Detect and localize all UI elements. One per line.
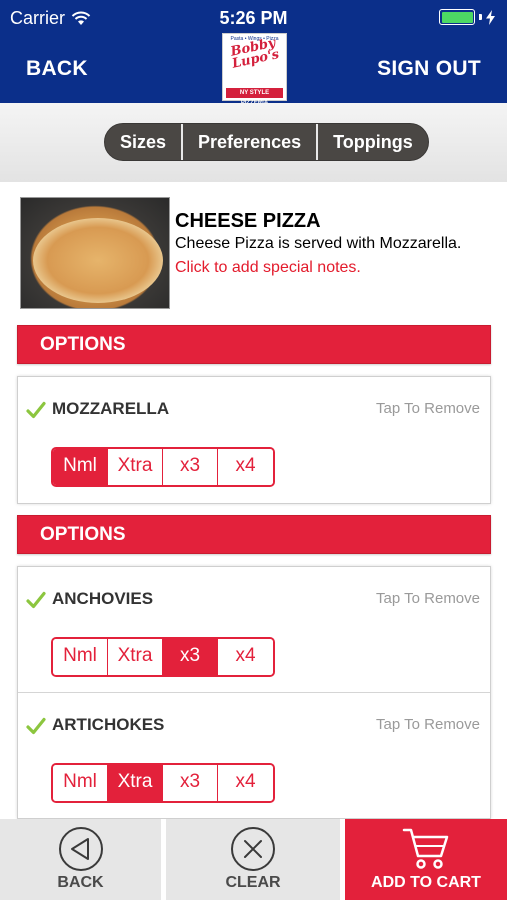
qty-extra-button[interactable]: Xtra (108, 449, 163, 485)
qty-x4-button[interactable]: x4 (218, 639, 273, 675)
battery-icon (439, 9, 475, 25)
segment-bar: Sizes Preferences Toppings (0, 103, 507, 182)
qty-x3-button[interactable]: x3 (163, 449, 218, 485)
special-notes-link[interactable]: Click to add special notes. (175, 259, 361, 277)
add-to-cart-button[interactable]: ADD TO CART (345, 819, 507, 900)
bottom-back-button[interactable]: BACK (0, 819, 166, 900)
qty-x4-button[interactable]: x4 (218, 449, 273, 485)
qty-normal-button[interactable]: Nml (53, 639, 108, 675)
sign-out-button[interactable]: SIGN OUT (377, 57, 481, 81)
qty-normal-button[interactable]: Nml (53, 765, 108, 801)
checkmark-icon (26, 717, 46, 735)
status-bar: Carrier 5:26 PM (0, 0, 507, 36)
option-row-mozzarella: MOZZARELLA Tap To Remove Nml Xtra x3 x4 (18, 377, 490, 503)
back-label: BACK (57, 874, 104, 891)
qty-x3-button[interactable]: x3 (163, 639, 218, 675)
tap-to-remove-button[interactable]: Tap To Remove (376, 590, 480, 607)
option-name: MOZZARELLA (52, 399, 170, 418)
item-description: Cheese Pizza is served with Mozzarella. (175, 235, 462, 252)
header-back-button[interactable]: BACK (26, 57, 88, 81)
back-arrow-icon (58, 827, 103, 871)
checkmark-icon (26, 591, 46, 609)
battery-indicator (439, 9, 495, 25)
add-to-cart-label: ADD TO CART (371, 874, 481, 891)
clear-label: CLEAR (225, 874, 281, 891)
options-card: MOZZARELLA Tap To Remove Nml Xtra x3 x4 (17, 376, 491, 504)
options-header: OPTIONS (17, 325, 491, 364)
quantity-selector: Nml Xtra x3 x4 (51, 637, 275, 677)
charging-icon (486, 9, 495, 25)
bottom-action-bar: BACK CLEAR ADD TO CART (0, 819, 507, 900)
tap-to-remove-button[interactable]: Tap To Remove (376, 400, 480, 417)
app-header: Carrier 5:26 PM BACK Pasta • Wings • Piz… (0, 0, 507, 106)
qty-x4-button[interactable]: x4 (218, 765, 273, 801)
clear-x-icon (231, 827, 275, 871)
options-card: ANCHOVIES Tap To Remove Nml Xtra x3 x4 A… (17, 566, 491, 819)
tap-to-remove-button[interactable]: Tap To Remove (376, 716, 480, 733)
options-header: OPTIONS (17, 515, 491, 554)
checkmark-icon (26, 401, 46, 419)
option-row-artichokes: ARTICHOKES Tap To Remove Nml Xtra x3 x4 (18, 693, 490, 818)
quantity-selector: Nml Xtra x3 x4 (51, 447, 275, 487)
qty-normal-button[interactable]: Nml (53, 449, 108, 485)
option-name: ANCHOVIES (52, 589, 154, 608)
segmented-control: Sizes Preferences Toppings (104, 123, 429, 161)
tab-toppings[interactable]: Toppings (318, 124, 428, 160)
item-image (20, 197, 170, 309)
option-row-anchovies: ANCHOVIES Tap To Remove Nml Xtra x3 x4 (18, 567, 490, 693)
option-name: ARTICHOKES (52, 715, 165, 734)
cart-icon (402, 828, 449, 869)
qty-x3-button[interactable]: x3 (163, 765, 218, 801)
clear-button[interactable]: CLEAR (166, 819, 345, 900)
quantity-selector: Nml Xtra x3 x4 (51, 763, 275, 803)
qty-extra-button[interactable]: Xtra (108, 639, 163, 675)
item-title: CHEESE PIZZA (175, 210, 321, 232)
qty-extra-button[interactable]: Xtra (108, 765, 163, 801)
tab-sizes[interactable]: Sizes (105, 124, 184, 160)
status-time: 5:26 PM (219, 8, 288, 28)
brand-logo: Pasta • Wings • Pizza Bobby Lupo's NY ST… (222, 33, 287, 106)
tab-preferences[interactable]: Preferences (183, 124, 319, 160)
